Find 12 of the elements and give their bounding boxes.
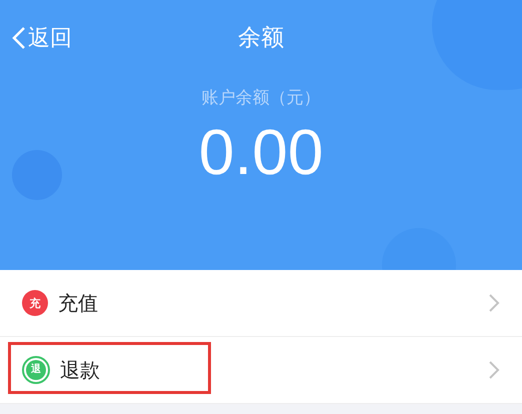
refund-icon: 退 (22, 356, 50, 384)
recharge-icon: 充 (22, 290, 48, 316)
menu-item[interactable]: 退 退款 (0, 337, 522, 404)
menu-item[interactable]: 充 充值 (0, 270, 522, 337)
item-label: 充值 (58, 290, 98, 317)
chevron-right-icon (488, 293, 500, 313)
item-label: 退款 (60, 357, 100, 384)
chevron-right-icon (488, 360, 500, 380)
page-title: 余额 (238, 24, 284, 53)
balance-label: 账户余额（元） (202, 87, 320, 110)
balance-amount: 0.00 (198, 120, 324, 184)
back-chevron-icon (12, 26, 26, 50)
